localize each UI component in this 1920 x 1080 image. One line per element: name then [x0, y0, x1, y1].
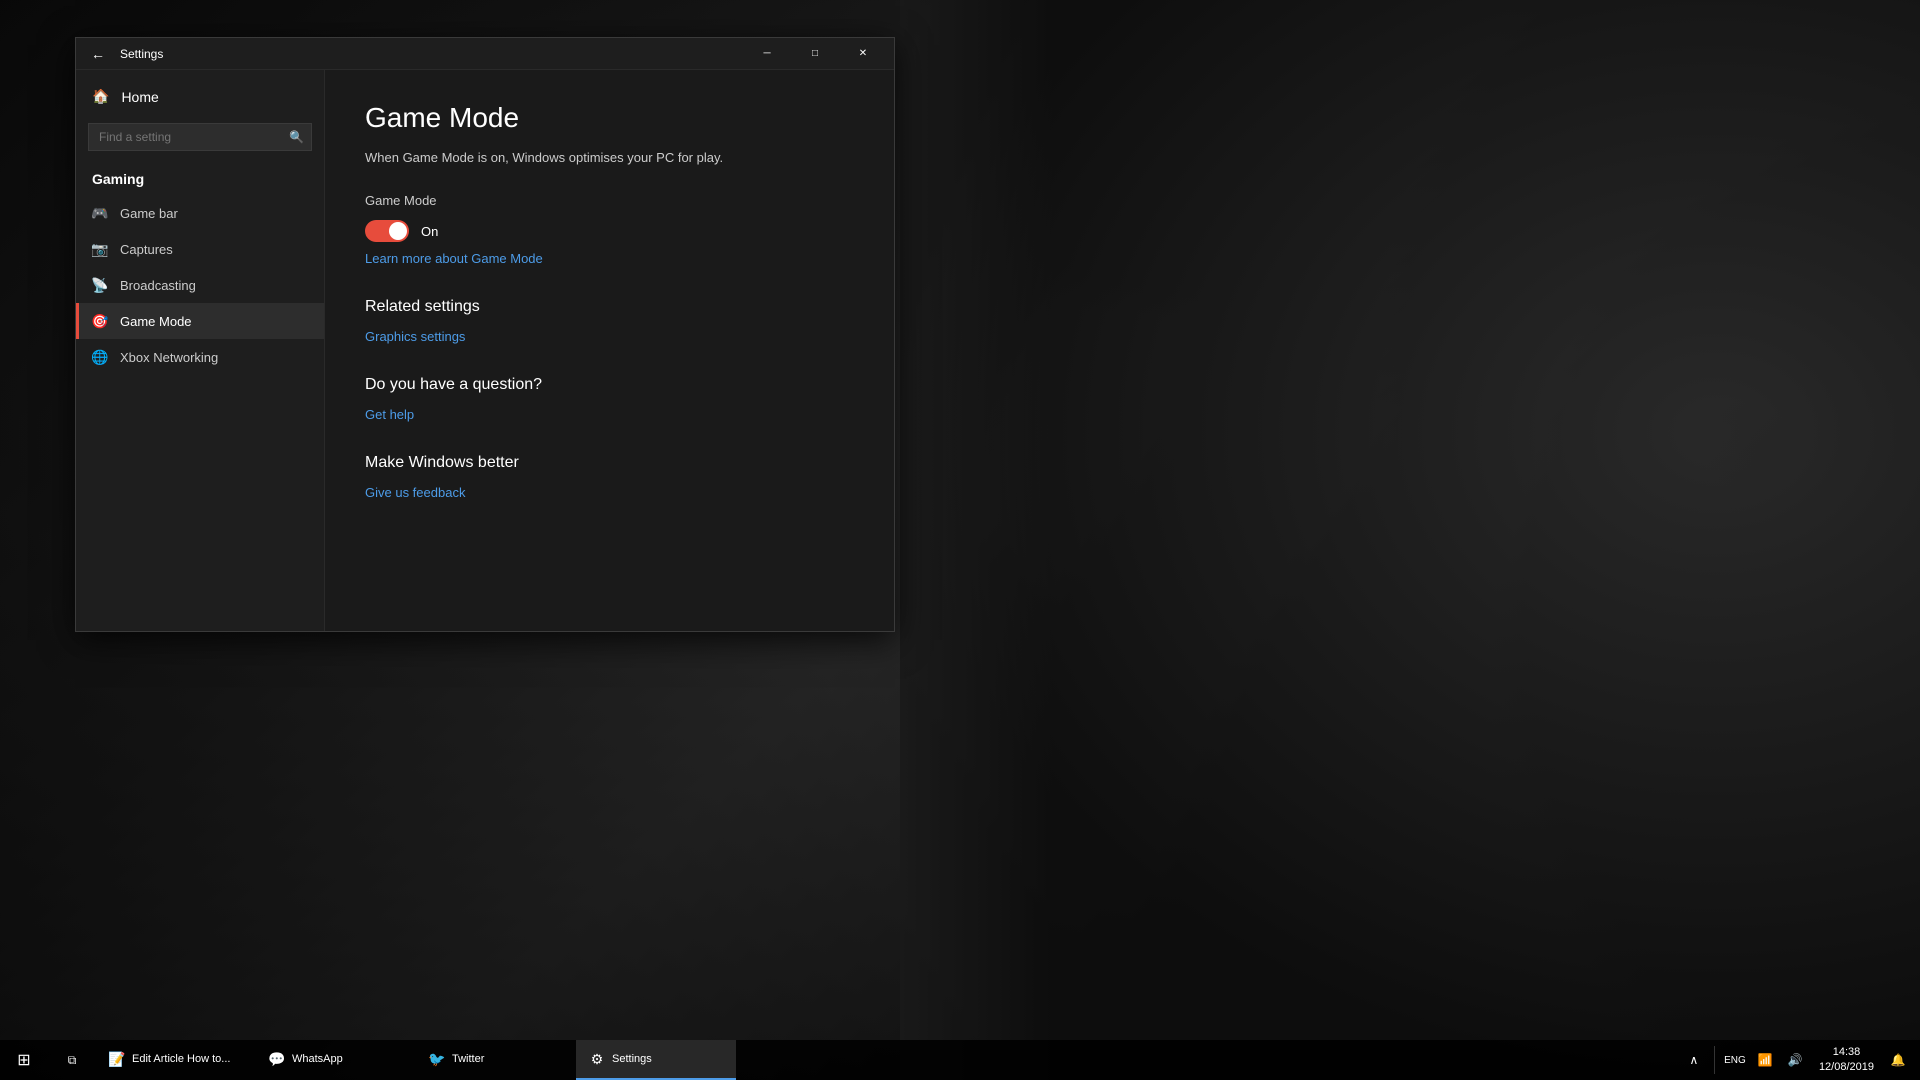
- sidebar-item-label: Game Mode: [120, 314, 192, 329]
- page-title: Game Mode: [365, 102, 854, 134]
- sidebar-item-xbox-networking[interactable]: 🌐 Xbox Networking: [76, 339, 324, 375]
- clock-date: 12/08/2019: [1819, 1060, 1874, 1075]
- taskbar-app-label: Settings: [612, 1053, 652, 1065]
- search-icon: 🔍: [289, 130, 304, 144]
- learn-more-link[interactable]: Learn more about Game Mode: [365, 251, 543, 266]
- window-title: Settings: [120, 47, 163, 61]
- feedback-heading: Make Windows better: [365, 454, 854, 472]
- sidebar-item-label: Game bar: [120, 206, 178, 221]
- taskbar-app-whatsapp[interactable]: 💬 WhatsApp: [256, 1040, 416, 1080]
- taskbar-app-twitter[interactable]: 🐦 Twitter: [416, 1040, 576, 1080]
- sidebar-item-captures[interactable]: 📷 Captures: [76, 231, 324, 267]
- game-mode-setting-label: Game Mode: [365, 193, 854, 208]
- maximize-button[interactable]: □: [792, 38, 838, 70]
- give-feedback-link[interactable]: Give us feedback: [365, 485, 465, 500]
- sidebar-item-game-bar[interactable]: 🎮 Game bar: [76, 195, 324, 231]
- whatsapp-icon: 💬: [268, 1050, 286, 1068]
- search-container: 🔍: [76, 115, 324, 159]
- volume-icon[interactable]: 🔊: [1781, 1042, 1809, 1078]
- xbox-networking-icon: 🌐: [92, 349, 108, 365]
- sidebar-item-label: Captures: [120, 242, 173, 257]
- task-view-icon: ⧉: [68, 1053, 77, 1068]
- taskbar-right: ∧ ENG 📶 🔊 14:38 12/08/2019 🔔: [1680, 1040, 1920, 1080]
- sidebar-section-label: Gaming: [76, 159, 324, 195]
- clock-time: 14:38: [1833, 1045, 1861, 1060]
- settings-taskbar-icon: ⚙: [588, 1050, 606, 1068]
- question-heading: Do you have a question?: [365, 376, 854, 394]
- start-icon: ⊞: [17, 1050, 30, 1070]
- sidebar-item-label: Broadcasting: [120, 278, 196, 293]
- main-panel: Game Mode When Game Mode is on, Windows …: [324, 70, 894, 631]
- settings-window: ← Settings ─ □ ✕ 🏠 Home 🔍 Gaming 🎮 Game …: [75, 37, 895, 632]
- page-subtitle: When Game Mode is on, Windows optimises …: [365, 150, 854, 165]
- network-icon[interactable]: 📶: [1751, 1042, 1779, 1078]
- title-bar: ← Settings ─ □ ✕: [76, 38, 894, 70]
- back-button[interactable]: ←: [84, 40, 112, 68]
- taskbar-app-settings[interactable]: ⚙ Settings: [576, 1040, 736, 1080]
- notification-icon[interactable]: 🔔: [1884, 1042, 1912, 1078]
- taskbar-clock[interactable]: 14:38 12/08/2019: [1811, 1040, 1882, 1080]
- start-button[interactable]: ⊞: [0, 1040, 48, 1080]
- toggle-row: On: [365, 220, 854, 242]
- window-content: 🏠 Home 🔍 Gaming 🎮 Game bar 📷 Captures 📡 …: [76, 70, 894, 631]
- taskbar-app-label: WhatsApp: [292, 1053, 343, 1065]
- taskbar-app-edit-article[interactable]: 📝 Edit Article How to...: [96, 1040, 256, 1080]
- taskbar: ⊞ ⧉ 📝 Edit Article How to... 💬 WhatsApp …: [0, 1040, 1920, 1080]
- edit-article-icon: 📝: [108, 1050, 126, 1068]
- graphics-settings-link[interactable]: Graphics settings: [365, 329, 465, 344]
- game-mode-setting-group: Game Mode On: [365, 193, 854, 242]
- minimize-button[interactable]: ─: [744, 38, 790, 70]
- language-icon[interactable]: ENG: [1721, 1042, 1749, 1078]
- game-mode-icon: 🎯: [92, 313, 108, 329]
- game-mode-toggle[interactable]: [365, 220, 409, 242]
- toggle-knob: [389, 222, 407, 240]
- taskbar-app-label: Edit Article How to...: [132, 1053, 230, 1065]
- sidebar: 🏠 Home 🔍 Gaming 🎮 Game bar 📷 Captures 📡 …: [76, 70, 324, 631]
- desktop-decoration: [900, 0, 1920, 1080]
- sidebar-item-broadcasting[interactable]: 📡 Broadcasting: [76, 267, 324, 303]
- game-bar-icon: 🎮: [92, 205, 108, 221]
- notification-chevron[interactable]: ∧: [1680, 1042, 1708, 1078]
- toggle-state-label: On: [421, 224, 438, 239]
- taskbar-app-label: Twitter: [452, 1053, 484, 1065]
- home-icon: 🏠: [92, 88, 109, 105]
- twitter-icon: 🐦: [428, 1050, 446, 1068]
- title-bar-left: ← Settings: [84, 40, 163, 68]
- sidebar-item-label: Xbox Networking: [120, 350, 218, 365]
- search-input[interactable]: [88, 123, 312, 151]
- task-view-button[interactable]: ⧉: [48, 1040, 96, 1080]
- title-bar-controls: ─ □ ✕: [744, 38, 886, 70]
- close-button[interactable]: ✕: [840, 38, 886, 70]
- broadcasting-icon: 📡: [92, 277, 108, 293]
- taskbar-divider: [1714, 1046, 1715, 1074]
- get-help-link[interactable]: Get help: [365, 407, 414, 422]
- captures-icon: 📷: [92, 241, 108, 257]
- sidebar-item-game-mode[interactable]: 🎯 Game Mode: [76, 303, 324, 339]
- home-button[interactable]: 🏠 Home: [76, 78, 324, 115]
- related-settings-heading: Related settings: [365, 298, 854, 316]
- home-label: Home: [121, 89, 158, 105]
